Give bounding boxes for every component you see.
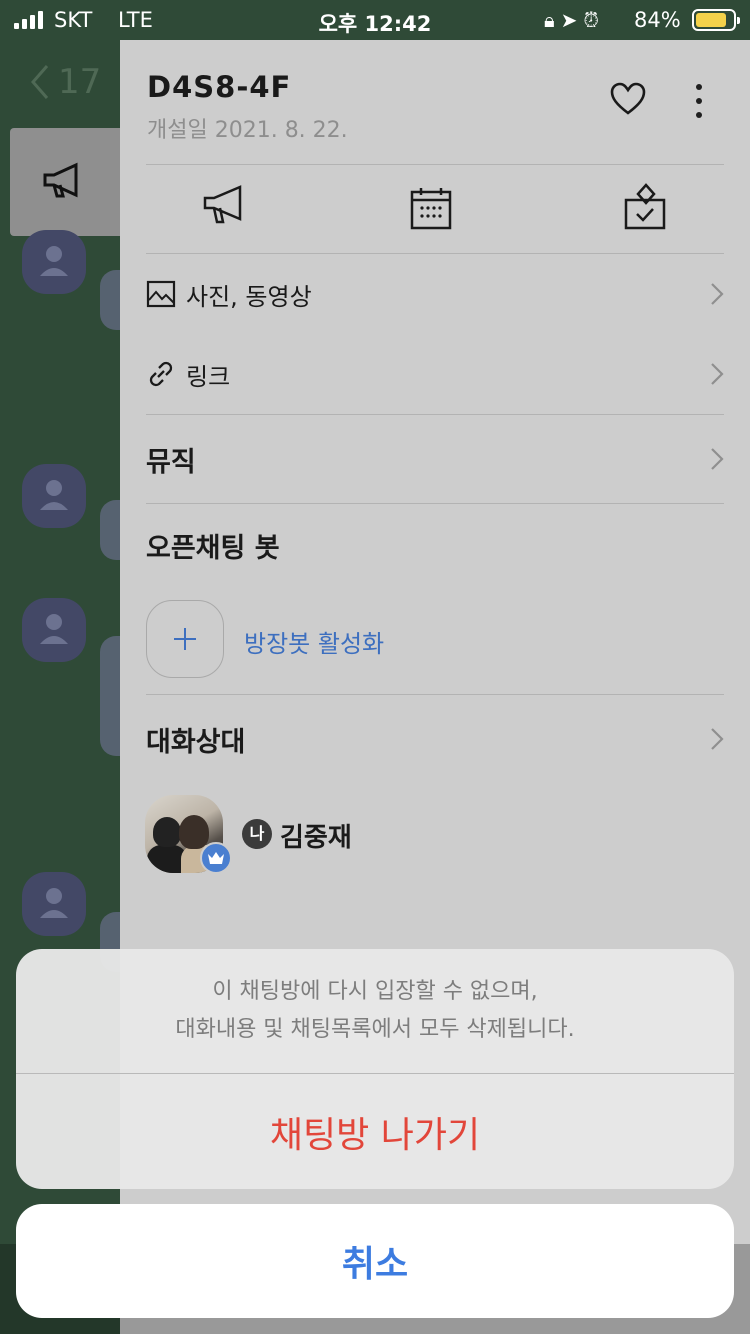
openchat-bot-title: 오픈채팅 봇 <box>146 533 280 564</box>
divider <box>146 414 724 415</box>
photos-videos-row[interactable]: 사진, 동영상 <box>146 259 724 329</box>
members-title: 대화상대 <box>146 726 246 758</box>
photo-icon <box>146 280 176 308</box>
links-label: 링크 <box>186 362 231 391</box>
divider <box>146 694 724 695</box>
avatar <box>22 230 86 294</box>
chevron-right-icon <box>711 283 724 305</box>
link-icon <box>149 361 173 387</box>
crown-icon <box>200 842 232 874</box>
add-bot-button[interactable] <box>146 600 224 678</box>
chevron-right-icon <box>711 448 724 470</box>
battery-icon <box>692 9 740 31</box>
leave-warning-line2: 대화내용 및 채팅목록에서 모두 삭제됩니다. <box>175 1017 575 1042</box>
chevron-left-icon <box>31 65 49 99</box>
avatar <box>22 598 86 662</box>
member-name[interactable]: 김중재 <box>280 817 352 854</box>
person-icon <box>40 480 68 510</box>
chevron-right-icon <box>711 728 724 750</box>
person-icon <box>40 888 68 918</box>
leave-chatroom-button[interactable]: 채팅방 나가기 <box>16 1074 734 1189</box>
status-bar: SKT LTE 오후 12:42 🔒︎➤⏰︎ 84% <box>0 0 750 40</box>
vote-box-icon[interactable] <box>624 182 666 230</box>
leave-warning-message: 이 채팅방에 다시 입장할 수 없으며, 대화내용 및 채팅목록에서 모두 삭제… <box>16 949 734 1073</box>
activate-host-bot-link[interactable]: 방장봇 활성화 <box>244 624 384 659</box>
back-count: 17 <box>58 62 102 102</box>
person-icon <box>40 614 68 644</box>
leave-action-sheet: 이 채팅방에 다시 입장할 수 없으며, 대화내용 및 채팅목록에서 모두 삭제… <box>16 949 734 1189</box>
chevron-right-icon <box>711 363 724 385</box>
notice-card[interactable] <box>10 128 125 236</box>
megaphone-icon <box>43 162 78 198</box>
leave-warning-line1: 이 채팅방에 다시 입장할 수 없으며, <box>212 979 538 1004</box>
person-icon <box>40 246 68 276</box>
megaphone-icon[interactable] <box>202 184 246 226</box>
avatar <box>22 464 86 528</box>
room-title: D4S8-4F <box>147 70 292 104</box>
members-row[interactable]: 대화상대 <box>146 704 724 774</box>
links-row[interactable]: 링크 <box>146 339 724 409</box>
heart-icon[interactable] <box>610 82 646 116</box>
divider <box>146 253 724 254</box>
room-created-date: 개설일 2021. 8. 22. <box>147 118 348 143</box>
system-status-icons: 🔒︎➤⏰︎ <box>544 8 605 32</box>
divider <box>146 503 724 504</box>
me-badge: 나 <box>242 819 272 849</box>
divider <box>146 164 724 165</box>
cancel-button[interactable]: 취소 <box>16 1204 734 1318</box>
more-vertical-icon[interactable] <box>686 84 712 118</box>
avatar <box>22 872 86 936</box>
back-button[interactable]: 17 <box>30 62 101 102</box>
music-row[interactable]: 뮤직 <box>146 424 724 494</box>
battery-percent: 84% <box>634 8 681 32</box>
music-label: 뮤직 <box>146 446 196 478</box>
calendar-icon[interactable] <box>410 186 452 230</box>
photos-videos-label: 사진, 동영상 <box>186 282 312 311</box>
